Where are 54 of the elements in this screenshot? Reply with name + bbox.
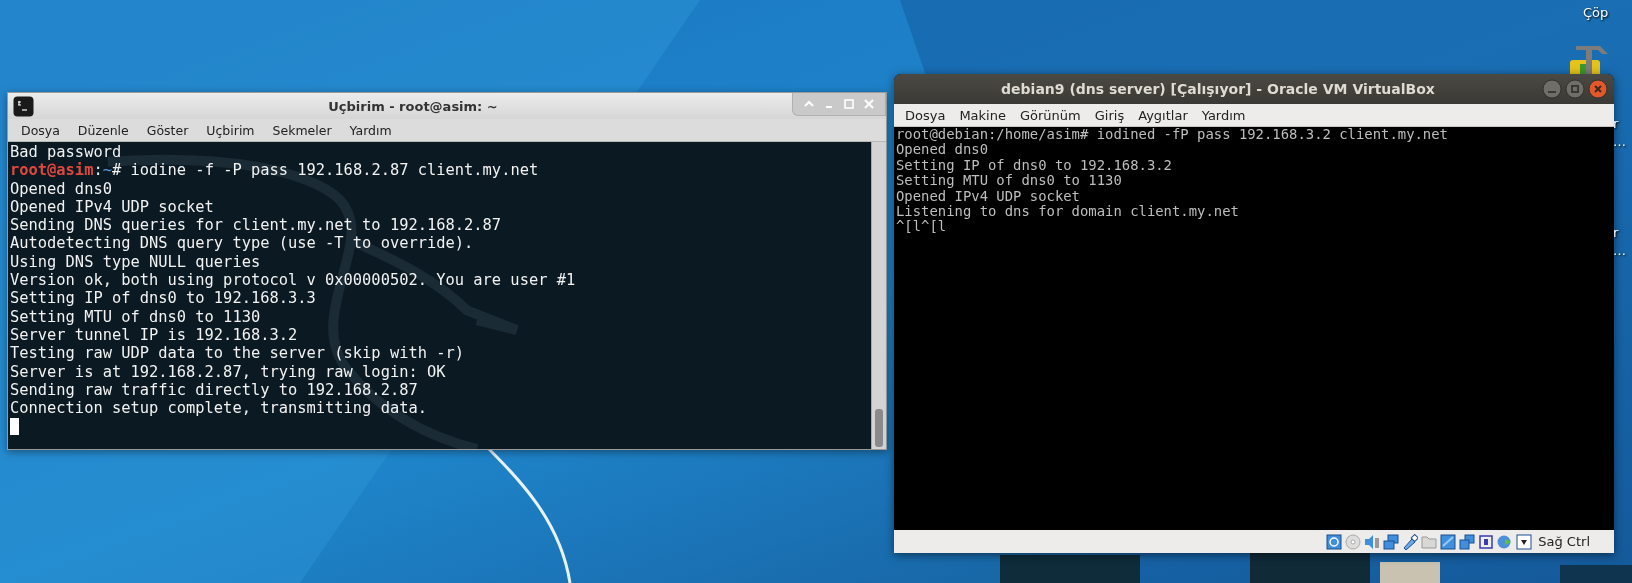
speaker-icon[interactable] (1364, 533, 1381, 550)
terminal-line: Server is at 192.168.2.87, trying raw login: OK (10, 362, 446, 381)
terminal-line: Setting IP of dns0 to 192.168.3.3 (10, 289, 316, 308)
console-line: Setting MTU of dns0 to 1130 (896, 173, 1122, 189)
console-line: Opened dns0 (896, 142, 988, 158)
console-line: Opened IPv4 UDP socket (896, 188, 1080, 205)
menu-item[interactable]: Sekmeler (263, 122, 341, 138)
monitor-icon[interactable] (1440, 533, 1457, 550)
trash-label[interactable]: Çöp (1583, 5, 1609, 20)
menu-item[interactable]: Giriş (1087, 107, 1132, 123)
window-title: debian9 (dns server) [Çalışıyor] - Oracle VM VirtualBox (1000, 81, 1436, 97)
windows-icon[interactable] (1459, 533, 1476, 550)
terminal-line: Using DNS type NULL queries (10, 252, 261, 272)
chip-icon[interactable] (1478, 533, 1495, 550)
terminal-icon (13, 95, 34, 117)
terminal-line: Autodetecting DNS query type (use -T to override). (10, 234, 474, 253)
menu-item[interactable]: Dosya (898, 107, 953, 123)
console-line: Setting IP of dns0 to 192.168.3.2 (896, 157, 1172, 174)
terminal-line: Sending raw traffic directly to 192.168.2.87 (10, 380, 418, 400)
scrollbar[interactable] (871, 142, 886, 449)
desktop-icon-label: r (1613, 225, 1619, 240)
minimize-button[interactable] (1542, 79, 1562, 99)
menu-item[interactable]: Uçbirim (197, 122, 264, 138)
terminal-line: Setting MTU of dns0 to 1130 (10, 307, 261, 326)
close-button[interactable] (1588, 79, 1608, 99)
console-line: root@debian:/home/asim# iodined -fP pass 192.168.3.2 client.my.net (896, 127, 1448, 143)
menu-item[interactable]: Yardım (340, 122, 401, 138)
desktop-icon-label: … (1613, 243, 1626, 258)
desktop-icon-label: … (1613, 134, 1626, 149)
terminal-line: Bad password (10, 143, 122, 162)
menu-item[interactable]: Görünüm (1012, 107, 1088, 123)
menu-item[interactable]: Düzenle (68, 122, 138, 138)
terminal-line: Opened IPv4 UDP socket (10, 197, 214, 217)
console-line: Listening to dns for domain client.my.net (896, 204, 1239, 220)
console-line: ^[l^[l (896, 219, 947, 235)
menu-item[interactable]: Makine (952, 107, 1013, 123)
terminal-line: Opened dns0 (10, 179, 112, 198)
host-key-label: Sağ Ctrl (1538, 534, 1590, 549)
terminal-line: Sending DNS queries for client.my.net to 192.168.2.87 (10, 216, 502, 235)
terminal-line: Server tunnel IP is 192.168.3.2 (10, 325, 298, 345)
terminal-line: Testing raw UDP data to the server (skip with -r) (10, 344, 465, 363)
menu-item[interactable]: Aygıtlar (1131, 107, 1195, 123)
terminal-line: root@asim:~# iodine -f -P pass 192.168.2.87 client.my.net (10, 161, 539, 180)
menu-item[interactable]: Göster (137, 122, 198, 138)
maximize-button[interactable] (1565, 79, 1585, 99)
window-title: Uçbirim - root@asim: ~ (327, 98, 499, 114)
menu-item[interactable]: Yardım (1194, 107, 1253, 123)
terminal-line: Version ok, both using protocol v 0x00000502. You are user #1 (10, 271, 576, 290)
maximize-button[interactable] (841, 96, 857, 112)
network-icon[interactable] (1383, 533, 1400, 550)
menu-item[interactable]: Dosya (12, 122, 69, 138)
terminal-line: Connection setup complete, transmitting data. (10, 399, 427, 418)
desktop-icon-label: r (1613, 116, 1619, 131)
usb-icon[interactable] (1402, 533, 1419, 550)
